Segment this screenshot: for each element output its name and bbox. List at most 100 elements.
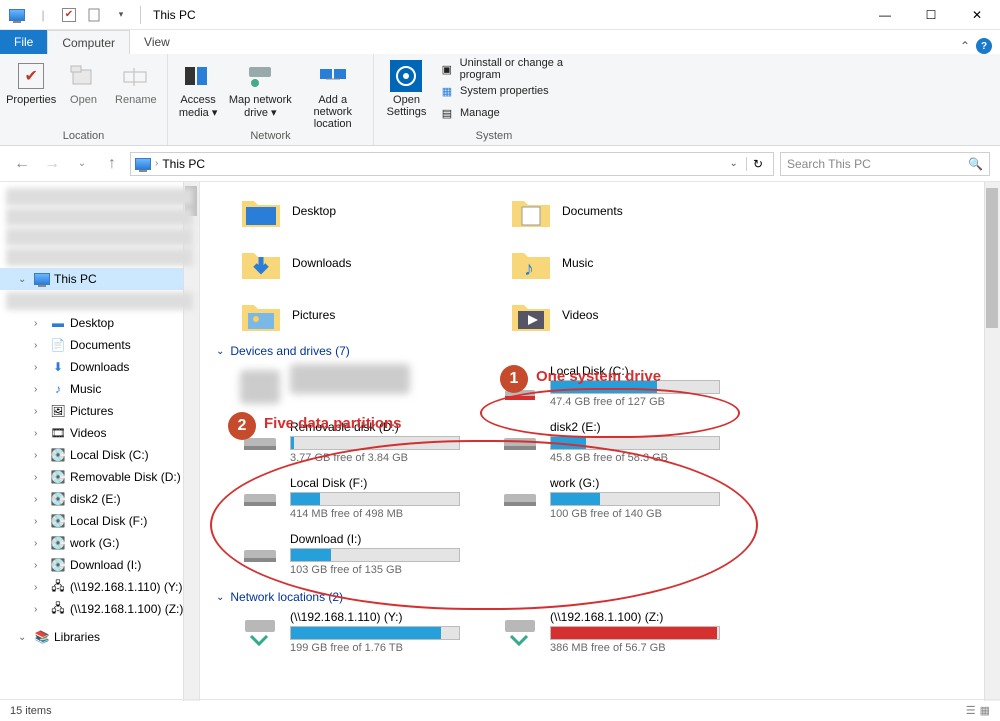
tree-this-pc[interactable]: ⌄This PC — [0, 268, 199, 290]
tree-blur-3 — [6, 228, 193, 246]
add-location-icon — [317, 60, 349, 92]
refresh-button[interactable]: ↻ — [746, 157, 769, 171]
tree-documents[interactable]: ›📄Documents — [0, 334, 199, 356]
tree-videos[interactable]: ›🎞Videos — [0, 422, 199, 444]
tree-net-z[interactable]: ›🖧(\\192.168.1.100) (Z:) — [0, 598, 199, 620]
uninstall-icon: ▣ — [439, 61, 455, 77]
map-drive-button[interactable]: Map network drive ▾ — [224, 58, 296, 119]
drive-e[interactable]: disk2 (E:)45.8 GB free of 58.3 GB — [500, 420, 730, 464]
drive-hidden-icon — [240, 370, 280, 404]
tree-blur-2 — [6, 208, 193, 226]
netdrive-y-icon — [240, 616, 280, 650]
tree-blur-5 — [6, 292, 193, 310]
folder-videos[interactable]: Videos — [510, 294, 720, 336]
open-icon — [67, 60, 99, 92]
group-location-label: Location — [0, 130, 167, 145]
maximize-button[interactable]: ☐ — [908, 0, 954, 30]
folder-desktop[interactable]: Desktop — [240, 190, 450, 232]
drive-i[interactable]: Download (I:)103 GB free of 135 GB — [240, 532, 470, 576]
tree-work-g[interactable]: ›💽work (G:) — [0, 532, 199, 554]
qat-divider — [140, 6, 141, 24]
folder-documents[interactable]: Documents — [510, 190, 720, 232]
nav-tree: ⌄This PC ›▬Desktop ›📄Documents ›⬇Downloa… — [0, 182, 200, 701]
tree-desktop[interactable]: ›▬Desktop — [0, 312, 199, 334]
search-icon: 🔍 — [968, 157, 983, 171]
title-bar: | ✔ ▾ This PC — ☐ ✕ — [0, 0, 1000, 30]
view-details-icon[interactable]: ☰ — [966, 704, 976, 717]
drive-d-icon — [240, 426, 280, 460]
tree-net-y[interactable]: ›🖧(\\192.168.1.110) (Y:) — [0, 576, 199, 598]
tree-disk2-e[interactable]: ›💽disk2 (E:) — [0, 488, 199, 510]
main-scrollbar[interactable] — [984, 182, 1000, 701]
main-content: Desktop Documents Downloads ♪Music Pictu… — [200, 182, 1000, 701]
tree-libraries[interactable]: ⌄📚Libraries — [0, 626, 199, 648]
tree-pictures[interactable]: ›🖼Pictures — [0, 400, 199, 422]
access-media-button[interactable]: Access media ▾ — [174, 58, 222, 119]
folder-downloads[interactable]: Downloads — [240, 242, 450, 284]
tab-computer[interactable]: Computer — [47, 30, 130, 54]
manage-icon: ▤ — [439, 105, 455, 121]
drive-f[interactable]: Local Disk (F:)414 MB free of 498 MB — [240, 476, 470, 520]
tab-file[interactable]: File — [0, 30, 47, 54]
drive-c-icon — [500, 370, 540, 404]
view-large-icon[interactable]: ▦ — [980, 704, 990, 717]
recent-dropdown[interactable]: ⌄ — [70, 152, 94, 176]
tree-local-f[interactable]: ›💽Local Disk (F:) — [0, 510, 199, 532]
nav-bar: ← → ⌄ ↑ › This PC ⌄ ↻ Search This PC 🔍 — [0, 146, 1000, 182]
qat-check-icon[interactable]: ✔ — [58, 4, 80, 26]
netdrive-z[interactable]: (\\192.168.1.100) (Z:)386 MB free of 56.… — [500, 610, 730, 654]
addr-dropdown[interactable]: ⌄ — [726, 158, 742, 169]
folder-pictures[interactable]: Pictures — [240, 294, 450, 336]
section-network[interactable]: ⌄Network locations (2) — [216, 590, 980, 604]
ribbon-collapse-icon[interactable]: ⌃ — [960, 39, 970, 53]
uninstall-program-button[interactable]: ▣Uninstall or change a program — [435, 58, 608, 80]
addr-location: This PC — [162, 157, 205, 171]
drive-hidden[interactable] — [240, 364, 470, 408]
search-placeholder: Search This PC — [787, 157, 871, 171]
folder-music[interactable]: ♪Music — [510, 242, 720, 284]
close-button[interactable]: ✕ — [954, 0, 1000, 30]
status-bar: 15 items ☰ ▦ — [0, 699, 1000, 721]
qat-dropdown[interactable]: ▾ — [110, 4, 132, 26]
ribbon: ✔ Properties Open Rename Location Access… — [0, 54, 1000, 146]
tab-view[interactable]: View — [130, 30, 184, 54]
window-title: This PC — [153, 8, 196, 22]
status-item-count: 15 items — [10, 705, 52, 717]
qat-separator: | — [32, 4, 54, 26]
tree-download-i[interactable]: ›💽Download (I:) — [0, 554, 199, 576]
tree-blur-4 — [6, 248, 193, 266]
manage-button[interactable]: ▤Manage — [435, 102, 608, 124]
drive-c[interactable]: Local Disk (C:)47.4 GB free of 127 GB — [500, 364, 730, 408]
help-icon[interactable]: ? — [976, 38, 992, 54]
up-button[interactable]: ↑ — [100, 152, 124, 176]
drive-g[interactable]: work (G:)100 GB free of 140 GB — [500, 476, 730, 520]
forward-button[interactable]: → — [40, 152, 64, 176]
tree-removable-d[interactable]: ›💽Removable Disk (D:) — [0, 466, 199, 488]
add-network-location-button[interactable]: Add a network location — [298, 58, 367, 130]
drive-d[interactable]: Removable disk (D:)3.77 GB free of 3.84 … — [240, 420, 470, 464]
search-box[interactable]: Search This PC 🔍 — [780, 152, 990, 176]
qat-new-icon[interactable] — [84, 4, 106, 26]
map-drive-icon — [244, 60, 276, 92]
minimize-button[interactable]: — — [862, 0, 908, 30]
system-properties-button[interactable]: ▦System properties — [435, 80, 608, 102]
tree-local-c[interactable]: ›💽Local Disk (C:) — [0, 444, 199, 466]
rename-button[interactable]: Rename — [111, 58, 161, 106]
properties-button[interactable]: ✔ Properties — [6, 58, 56, 106]
tree-music[interactable]: ›♪Music — [0, 378, 199, 400]
addr-pc-icon — [135, 158, 151, 170]
tree-blur-1 — [6, 188, 193, 206]
network-grid: (\\192.168.1.110) (Y:)199 GB free of 1.7… — [240, 610, 980, 654]
tree-downloads[interactable]: ›⬇Downloads — [0, 356, 199, 378]
address-bar[interactable]: › This PC ⌄ ↻ — [130, 152, 774, 176]
rename-icon — [120, 60, 152, 92]
open-button[interactable]: Open — [58, 58, 108, 106]
open-settings-button[interactable]: Open Settings — [380, 58, 433, 118]
section-devices[interactable]: ⌄Devices and drives (7) — [216, 344, 980, 358]
group-network-label: Network — [168, 130, 373, 145]
drive-f-icon — [240, 482, 280, 516]
drive-e-icon — [500, 426, 540, 460]
back-button[interactable]: ← — [10, 152, 34, 176]
netdrive-y[interactable]: (\\192.168.1.110) (Y:)199 GB free of 1.7… — [240, 610, 470, 654]
svg-text:♪: ♪ — [524, 258, 534, 280]
